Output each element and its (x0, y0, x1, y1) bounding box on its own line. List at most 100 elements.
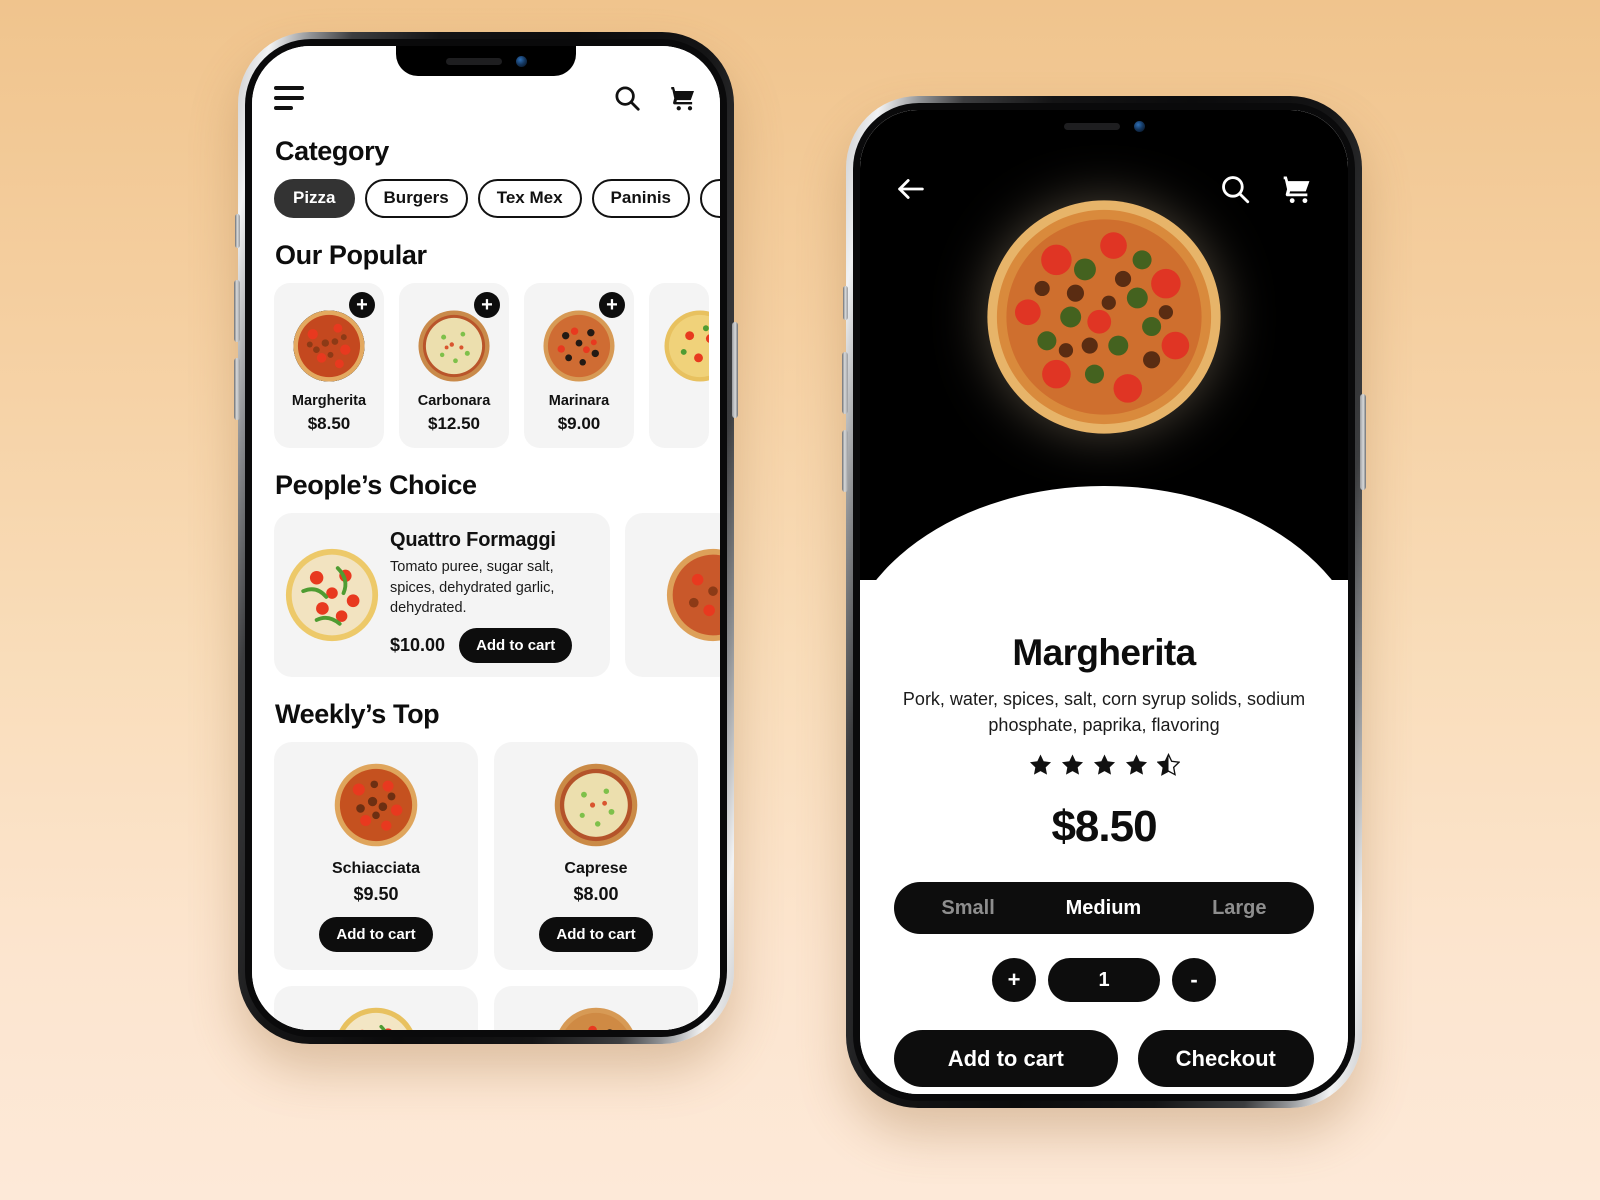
plus-icon[interactable]: + (474, 292, 500, 318)
checkout-button[interactable]: Checkout (1137, 1030, 1314, 1088)
weekly-top-price: $9.50 (353, 883, 399, 904)
peoples-choice-name: Quattro Formaggi (390, 529, 556, 551)
star-full-icon (1029, 754, 1051, 775)
category-pill-pizza[interactable]: Pizza (274, 179, 355, 218)
pizza-image (339, 1007, 413, 1030)
volume-down-button[interactable] (842, 430, 848, 492)
plus-icon[interactable]: + (599, 292, 625, 318)
mute-switch[interactable] (843, 286, 848, 320)
category-pill-burgers[interactable]: Burgers (364, 179, 468, 218)
detail-phone-screen: Margherita Pork, water, spices, salt, co… (860, 110, 1348, 1094)
peoples-choice-title: People’s Choice (275, 470, 477, 500)
weekly-top-name: Schiacciata (331, 859, 421, 877)
size-option-medium[interactable]: Medium (1058, 897, 1150, 920)
front-camera (1133, 120, 1145, 132)
peoples-choice-price: $10.00 (390, 634, 446, 655)
weekly-top-grid: Schiacciata $9.50 Add to cart Caprese $8… (274, 741, 698, 1030)
pizza-image (285, 548, 379, 641)
weekly-top-card[interactable]: Schiacciata $9.50 Add to cart (274, 741, 478, 970)
popular-card-partial[interactable] (649, 283, 709, 448)
quantity-stepper: + 1 - (894, 958, 1314, 1003)
popular-card-row: + Margherita $8.50 + Carbonara $12.50 + … (274, 283, 709, 448)
product-description: Pork, water, spices, salt, corn syrup so… (902, 689, 1306, 736)
search-icon[interactable] (1218, 172, 1252, 206)
back-arrow-icon[interactable] (894, 172, 928, 206)
power-button[interactable] (1360, 394, 1366, 490)
detail-topbar (860, 172, 1348, 206)
pizza-image (559, 1007, 633, 1030)
peoples-choice-footer: $10.00 Add to cart (390, 627, 596, 663)
detail-screen-content: Margherita Pork, water, spices, salt, co… (860, 110, 1348, 1094)
product-title: Margherita (1012, 632, 1196, 673)
star-full-icon (1061, 754, 1083, 775)
quantity-value: 1 (1048, 958, 1160, 1003)
detail-topbar-actions (1218, 172, 1314, 206)
hamburger-icon[interactable] (274, 86, 304, 110)
volume-up-button[interactable] (234, 280, 240, 342)
pizza-image (334, 763, 418, 847)
popular-card-name: Carbonara (417, 393, 491, 409)
quantity-decrease-button[interactable]: - (1172, 958, 1216, 1003)
volume-up-button[interactable] (842, 352, 848, 414)
menu-phone-screen: Category Pizza Burgers Tex Mex Paninis O… (252, 46, 720, 1030)
search-icon[interactable] (612, 83, 642, 113)
front-camera (515, 55, 527, 67)
popular-card-price: $12.50 (428, 414, 480, 433)
product-detail-body: Margherita Pork, water, spices, salt, co… (860, 580, 1348, 1094)
category-pill-overflow[interactable] (700, 179, 720, 218)
popular-card[interactable]: + Margherita $8.50 (274, 283, 384, 448)
pizza-image (543, 310, 615, 382)
popular-card[interactable]: + Marinara $9.00 (524, 283, 634, 448)
size-selector: Small Medium Large (894, 882, 1314, 935)
star-half-icon (1156, 753, 1180, 777)
peoples-choice-card[interactable]: Quattro Formaggi Tomato puree, sugar sal… (274, 513, 610, 677)
weekly-top-price: $8.00 (573, 883, 619, 904)
weekly-top-name: Caprese (564, 859, 628, 877)
size-option-large[interactable]: Large (1204, 897, 1274, 920)
detail-action-row: Add to cart Checkout (894, 1030, 1314, 1088)
popular-card[interactable]: + Carbonara $12.50 (399, 283, 509, 448)
rating-stars (894, 753, 1314, 777)
product-price: $8.50 (1051, 802, 1157, 852)
add-to-cart-button[interactable]: Add to cart (894, 1030, 1118, 1088)
popular-card-name: Marinara (548, 393, 610, 409)
weekly-top-card-partial[interactable] (494, 985, 698, 1030)
power-button[interactable] (732, 322, 738, 418)
peoples-choice-body: Quattro Formaggi Tomato puree, sugar sal… (390, 527, 596, 663)
plus-icon[interactable]: + (349, 292, 375, 318)
shopping-cart-icon[interactable] (668, 83, 698, 113)
quantity-increase-button[interactable]: + (992, 958, 1036, 1003)
volume-down-button[interactable] (234, 358, 240, 420)
peoples-choice-description: Tomato puree, sugar salt, spices, dehydr… (390, 559, 555, 617)
add-to-cart-button[interactable]: Add to cart (459, 627, 573, 663)
weekly-top-card[interactable]: Caprese $8.00 Add to cart (494, 741, 698, 970)
popular-title: Our Popular (275, 240, 427, 270)
popular-card-name: Margherita (291, 393, 367, 409)
category-pill-tex-mex[interactable]: Tex Mex (477, 179, 582, 218)
popular-card-price: $9.00 (557, 414, 601, 433)
size-option-small[interactable]: Small (933, 897, 1002, 920)
category-title: Category (275, 136, 389, 166)
product-pizza-image (987, 200, 1221, 434)
menu-phone-device: Category Pizza Burgers Tex Mex Paninis O… (234, 32, 738, 1044)
add-to-cart-button[interactable]: Add to cart (319, 916, 433, 952)
phone-notch (1011, 110, 1197, 142)
earpiece-speaker (445, 57, 502, 65)
category-pill-row: Pizza Burgers Tex Mex Paninis (274, 179, 720, 218)
mute-switch[interactable] (235, 214, 240, 248)
popular-card-price: $8.50 (307, 414, 351, 433)
detail-phone-device: Margherita Pork, water, spices, salt, co… (842, 96, 1366, 1108)
pizza-image (666, 548, 720, 641)
star-full-icon (1093, 754, 1115, 775)
pizza-image (418, 310, 490, 382)
peoples-choice-card-partial[interactable] (625, 513, 720, 677)
weekly-top-card-partial[interactable] (274, 985, 478, 1030)
earpiece-speaker (1063, 122, 1120, 130)
add-to-cart-button[interactable]: Add to cart (539, 916, 653, 952)
shopping-cart-icon[interactable] (1280, 172, 1314, 206)
pizza-image (293, 310, 365, 382)
weekly-top-title: Weekly’s Top (275, 698, 440, 729)
phone-notch (396, 46, 576, 76)
peoples-choice-row: Quattro Formaggi Tomato puree, sugar sal… (274, 513, 720, 677)
category-pill-paninis[interactable]: Paninis (591, 179, 691, 218)
